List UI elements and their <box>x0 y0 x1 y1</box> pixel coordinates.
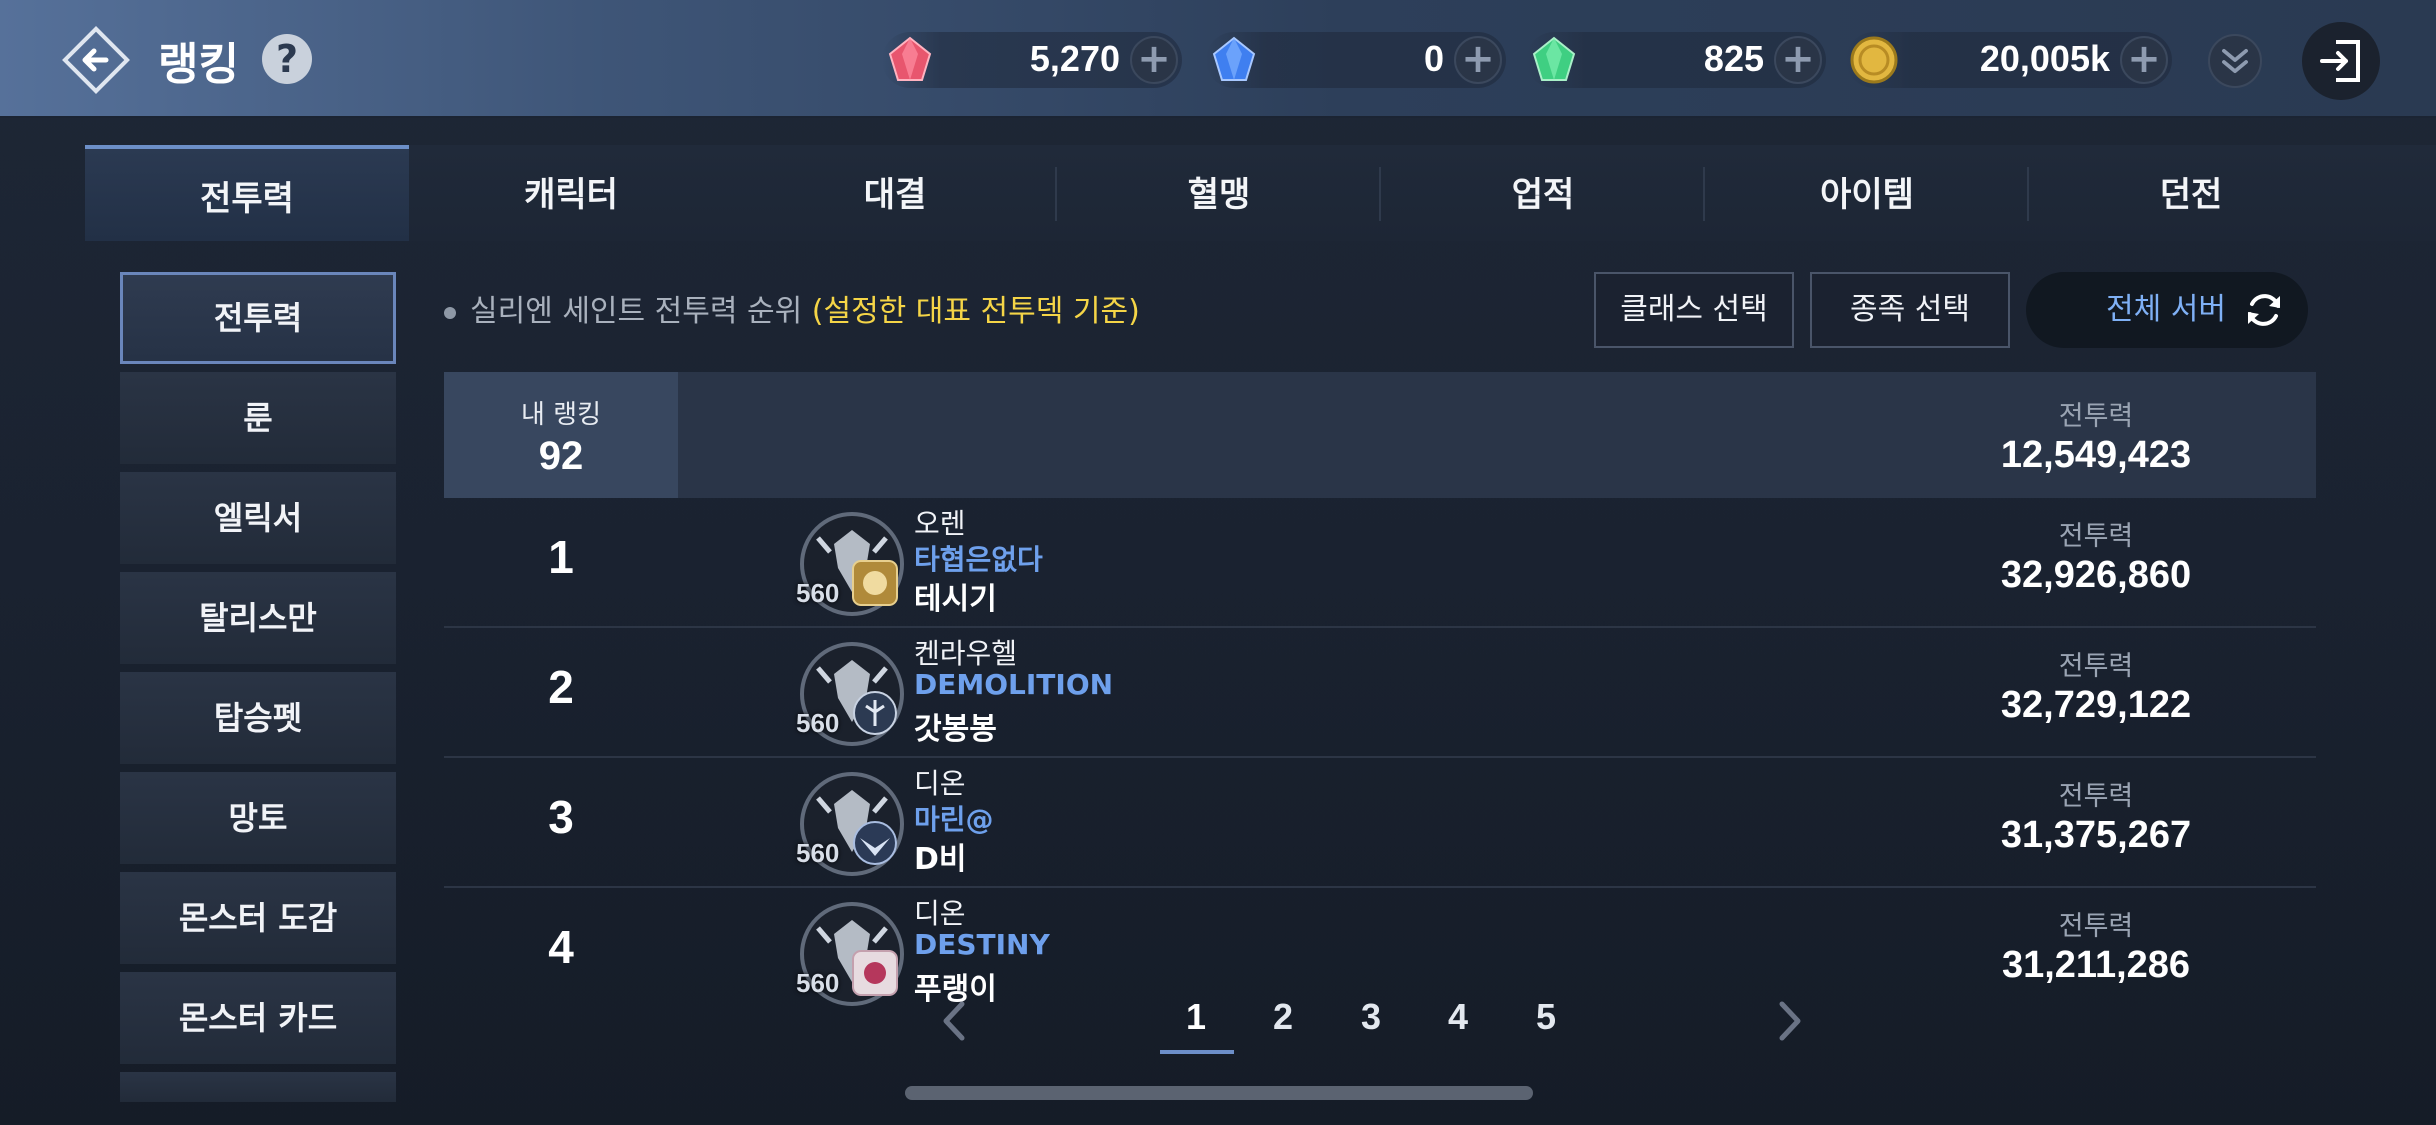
green-gem-amount: 825 <box>1703 38 1764 79</box>
character-level: 560 <box>796 578 840 608</box>
top-bar: 랭킹 ? 5,270 + 0 + 825 + 20,005k + <box>0 0 2436 118</box>
my-power-value: 12,549,423 <box>2000 434 2192 476</box>
guild-name[interactable]: DESTINY <box>914 928 1050 961</box>
character-level: 560 <box>796 838 840 868</box>
exit-door-icon <box>2320 40 2360 82</box>
my-rank-box: 내 랭킹 92 <box>444 372 678 498</box>
server-select-button[interactable]: 전체 서버 <box>2026 272 2308 348</box>
axe-emblem-icon <box>853 691 897 735</box>
blue-gem-amount: 0 <box>1423 38 1444 79</box>
my-rank-label: 내 랭킹 <box>520 400 602 430</box>
next-page-icon[interactable] <box>1770 996 1810 1046</box>
server-select-label: 전체 서버 <box>2106 292 2226 327</box>
currency-gold: 20,005k + <box>1846 32 2172 88</box>
eagle-emblem-icon <box>853 821 897 865</box>
server-name: 오렌 <box>914 507 966 540</box>
red-gem-icon <box>888 36 932 81</box>
power-label: 전투력 <box>2058 521 2134 552</box>
refresh-icon <box>2248 294 2280 326</box>
sidebar-item-elixir[interactable]: 엘릭서 <box>120 472 396 564</box>
expand-currency-button[interactable] <box>2208 34 2262 88</box>
current-page-indicator <box>1160 1050 1234 1054</box>
page-4[interactable]: 4 <box>1423 996 1493 1038</box>
power-label: 전투력 <box>2058 781 2134 812</box>
character-name[interactable]: 테시기 <box>914 574 997 618</box>
tab-duel[interactable]: 대결 <box>733 145 1057 241</box>
gold-coin-icon <box>1850 36 1898 84</box>
ranking-notice: 실리엔 세인트 전투력 순위 (설정한 대표 전투덱 기준) <box>444 286 1140 330</box>
page-2[interactable]: 2 <box>1248 996 1318 1038</box>
server-name: 디온 <box>914 767 966 800</box>
exit-button[interactable] <box>2302 22 2380 100</box>
tab-item[interactable]: 아이템 <box>1705 145 2029 241</box>
class-select-button[interactable]: 클래스 선택 <box>1594 272 1794 348</box>
character-level: 560 <box>796 708 840 738</box>
power-label: 전투력 <box>2058 651 2134 682</box>
prev-page-icon[interactable] <box>934 996 974 1046</box>
add-gold-button[interactable]: + <box>2120 36 2168 84</box>
tab-dungeon[interactable]: 던전 <box>2029 145 2353 241</box>
page-1[interactable]: 1 <box>1161 996 1231 1038</box>
scrollbar[interactable] <box>905 1086 1533 1100</box>
rank-number: 3 <box>548 791 574 843</box>
help-button[interactable]: ? <box>262 34 312 84</box>
add-blue-gem-button[interactable]: + <box>1454 36 1502 84</box>
guild-name[interactable]: DEMOLITION <box>914 668 1113 701</box>
add-green-gem-button[interactable]: + <box>1774 36 1822 84</box>
rank-number: 4 <box>548 921 574 973</box>
guild-name[interactable]: 마린@ <box>914 798 994 838</box>
lion-emblem-icon <box>852 560 898 606</box>
page-3[interactable]: 3 <box>1336 996 1406 1038</box>
server-name: 켄라우헬 <box>914 637 1018 670</box>
notice-text: 실리엔 세인트 전투력 순위 <box>470 294 803 329</box>
tab-combat-power[interactable]: 전투력 <box>85 145 409 241</box>
server-name: 디온 <box>914 897 966 930</box>
sidebar-item-cloak[interactable]: 망토 <box>120 772 396 864</box>
character-name[interactable]: 갓봉봉 <box>914 704 997 748</box>
table-row[interactable]: 1 560 오렌 타협은없다 테시기 전투력 32,926,860 <box>444 498 2316 628</box>
power-label: 전투력 <box>2058 911 2134 942</box>
my-rank-value: 92 <box>538 434 584 478</box>
power-value: 31,375,267 <box>2000 814 2192 856</box>
power-value: 32,926,860 <box>2000 554 2192 596</box>
power-value: 32,729,122 <box>2000 684 2192 726</box>
character-level: 560 <box>796 968 840 998</box>
sidebar-item-combat-power[interactable]: 전투력 <box>120 272 396 364</box>
tab-character[interactable]: 캐릭터 <box>409 145 733 241</box>
bullet-dot <box>444 306 456 319</box>
my-ranking-row: 내 랭킹 92 전투력 12,549,423 <box>444 372 2316 498</box>
page-5[interactable]: 5 <box>1511 996 1581 1038</box>
rank-number: 1 <box>548 531 574 583</box>
rank-number: 2 <box>548 661 574 713</box>
red-gem-amount: 5,270 <box>1029 38 1120 79</box>
character-name[interactable]: D비 <box>914 834 967 878</box>
green-gem-icon <box>1532 36 1576 81</box>
notice-highlight: (설정한 대표 전투덱 기준) <box>811 294 1140 329</box>
double-chevron-down-icon <box>2222 48 2248 74</box>
tab-clan[interactable]: 혈맹 <box>1057 145 1381 241</box>
sidebar-item-mount[interactable]: 탑승펫 <box>120 672 396 764</box>
blue-gem-icon <box>1212 36 1256 81</box>
gold-amount: 20,005k <box>1979 38 2110 79</box>
sidebar-item-monster-book[interactable]: 몬스터 도감 <box>120 872 396 964</box>
add-red-gem-button[interactable]: + <box>1130 36 1178 84</box>
main-tabs: 전투력 캐릭터 대결 혈맹 업적 아이템 던전 <box>85 145 2436 241</box>
table-row[interactable]: 2 560 켄라우헬 DEMOLITION 갓봉봉 전투력 32,729,122 <box>444 628 2316 758</box>
sidebar-item-talisman[interactable]: 탈리스만 <box>120 572 396 664</box>
power-value: 31,211,286 <box>2001 944 2191 986</box>
rose-emblem-icon <box>852 950 898 996</box>
sidebar-item-partial[interactable] <box>120 1072 396 1102</box>
back-arrow-icon[interactable] <box>60 24 132 96</box>
guild-name[interactable]: 타협은없다 <box>914 538 1043 578</box>
currency-green-gem: 825 + <box>1526 32 1826 88</box>
currency-blue-gem: 0 + <box>1206 32 1506 88</box>
race-select-button[interactable]: 종족 선택 <box>1810 272 2010 348</box>
sidebar-item-monster-card[interactable]: 몬스터 카드 <box>120 972 396 1064</box>
page-title: 랭킹 <box>158 39 239 90</box>
currency-red-gem: 5,270 + <box>882 32 1182 88</box>
tab-achievement[interactable]: 업적 <box>1381 145 1705 241</box>
power-label: 전투력 <box>2058 401 2134 432</box>
table-row[interactable]: 3 560 디온 마린@ D비 전투력 31,375,267 <box>444 758 2316 888</box>
sidebar-item-rune[interactable]: 룬 <box>120 372 396 464</box>
